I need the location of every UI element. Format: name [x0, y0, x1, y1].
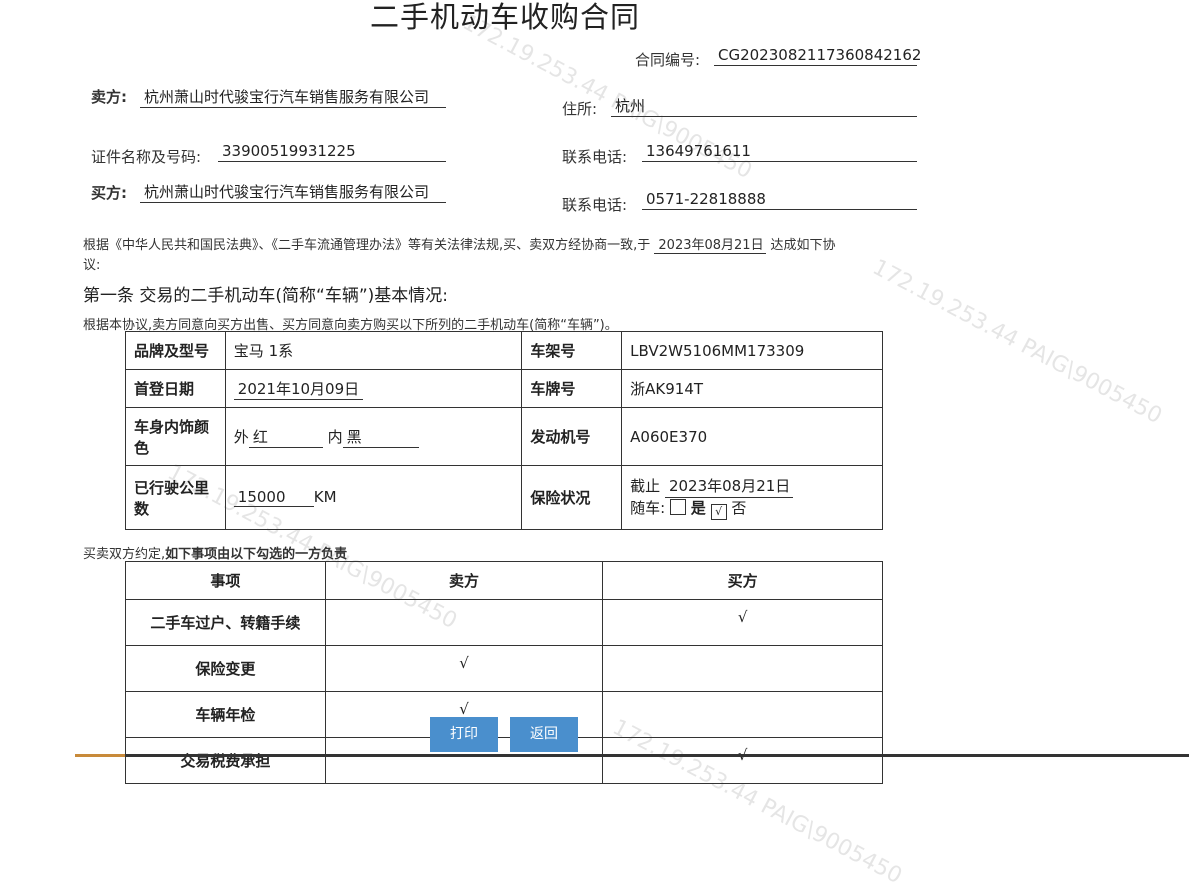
mileage-cell: 15000 KM [224, 465, 523, 530]
vin-value: LBV2W5106MM173309 [621, 331, 883, 370]
duty-seller-mark [324, 599, 604, 646]
insurance-prefix: 截止 [630, 476, 661, 495]
mileage-value: 15000 [233, 488, 314, 507]
buyer-phone-value: 0571-22818888 [642, 190, 917, 210]
duty-item: 二手车过户、转籍手续 [125, 599, 326, 646]
seller-phone-value: 13649761611 [642, 142, 917, 162]
seller-phone-label: 联系电话: [562, 148, 628, 166]
contract-no-label: 合同编号: [635, 51, 701, 69]
engine-value: A060E370 [621, 407, 883, 466]
duty-item: 交易税费承担 [125, 737, 326, 784]
mileage-unit: KM [313, 488, 337, 506]
intro-paragraph: 根据《中华人民共和国民法典》、《二手车流通管理办法》等有关法律法规,买、卖双方经… [83, 234, 836, 254]
interior-prefix: 内 [327, 427, 343, 446]
with-car-label: 随车: [630, 498, 666, 517]
seller-address-label: 住所: [562, 100, 598, 118]
duty-buyer-mark [602, 691, 883, 738]
article1-heading: 第一条 交易的二手机动车(简称“车辆”)基本情况: [83, 286, 449, 306]
duty-buyer-mark [602, 645, 883, 692]
back-button[interactable]: 返回 [510, 717, 578, 752]
intro-line2: 议: [83, 258, 101, 273]
with-car-no-checkbox[interactable]: √ [710, 503, 727, 520]
vehicle-info-table: 品牌及型号 宝马 1系 车架号 LBV2W5106MM173309 首登日期 2… [125, 331, 883, 530]
mileage-label: 已行驶公里数 [125, 465, 226, 530]
contract-no-value: CG2023082117360842162 [714, 46, 921, 66]
brand-value: 宝马 1系 [224, 331, 523, 370]
first-reg-label: 首登日期 [125, 369, 226, 408]
table-row: 已行驶公里数 15000 KM 保险状况 截止 2023年08月21日 随车: 是… [125, 465, 883, 530]
vin-label: 车架号 [521, 331, 623, 370]
table-row: 车身内饰颜色 外红 内黑 发动机号 A060E370 [125, 407, 883, 466]
table-row: 车辆年检 √ [125, 691, 883, 738]
table-row: 首登日期 2021年10月09日 车牌号 浙AK914T [125, 369, 883, 408]
agreement-date: 2023年08月21日 [654, 234, 767, 254]
insurance-until: 2023年08月21日 [664, 476, 793, 498]
header-buyer: 买方 [602, 561, 883, 600]
plate-value: 浙AK914T [621, 369, 883, 408]
table-row: 保险变更 √ [125, 645, 883, 692]
seller-address-value: 杭州 [611, 97, 917, 117]
intro-text-after: 达成如下协 [770, 238, 836, 253]
intro-text-before: 根据《中华人民共和国民法典》、《二手车流通管理办法》等有关法律法规,买、卖双方经… [83, 238, 651, 253]
duty-item: 车辆年检 [125, 691, 326, 738]
first-reg-cell: 2021年10月09日 [224, 369, 523, 408]
insurance-cell: 截止 2023年08月21日 随车: 是 √ 否 [621, 465, 883, 530]
plate-label: 车牌号 [521, 369, 623, 408]
table-row: 品牌及型号 宝马 1系 车架号 LBV2W5106MM173309 [125, 331, 883, 370]
with-car-no-label: 否 [731, 498, 747, 517]
color-label: 车身内饰颜色 [125, 407, 226, 466]
brand-label: 品牌及型号 [125, 331, 226, 370]
seller-label: 卖方: [91, 88, 127, 106]
print-button[interactable]: 打印 [430, 717, 498, 752]
table-row: 二手车过户、转籍手续 √ [125, 599, 883, 646]
insurance-until-line: 截止 2023年08月21日 [630, 476, 874, 498]
page-title: 二手机动车收购合同 [370, 0, 641, 34]
table-header-row: 事项 卖方 买方 [125, 561, 883, 600]
seller-id-label: 证件名称及号码: [91, 148, 202, 166]
duty-seller-mark: √ [324, 645, 604, 692]
watermark: 172.19.253.44 PAIG\9005450 [868, 255, 1166, 430]
duties-intro-normal: 买卖双方约定, [83, 547, 166, 562]
duties-intro: 买卖双方约定,如下事项由以下勾选的一方负责 [83, 543, 347, 562]
header-seller: 卖方 [324, 561, 604, 600]
duty-buyer-mark: √ [602, 737, 883, 784]
first-reg-value: 2021年10月09日 [233, 378, 363, 400]
duties-intro-bold: 如下事项由以下勾选的一方负责 [165, 547, 348, 562]
seller-id-value: 33900519931225 [218, 142, 446, 162]
buyer-label: 买方: [91, 184, 127, 202]
table-row: 交易税费承担 √ [125, 737, 883, 784]
duty-buyer-mark: √ [602, 599, 883, 646]
duties-table: 事项 卖方 买方 二手车过户、转籍手续√保险变更√车辆年检√交易税费承担√ [125, 561, 883, 784]
header-item: 事项 [125, 561, 326, 600]
seller-name: 杭州萧山时代骏宝行汽车销售服务有限公司 [140, 87, 446, 108]
duty-item: 保险变更 [125, 645, 326, 692]
engine-label: 发动机号 [521, 407, 623, 466]
with-car-yes-label: 是 [690, 498, 706, 517]
interior-color: 黑 [342, 426, 419, 448]
insurance-label: 保险状况 [521, 465, 623, 530]
buyer-name: 杭州萧山时代骏宝行汽车销售服务有限公司 [140, 182, 446, 203]
insurance-with-car-line: 随车: 是 √ 否 [630, 498, 874, 520]
exterior-prefix: 外 [233, 427, 249, 446]
buyer-phone-label: 联系电话: [562, 196, 628, 214]
with-car-yes-checkbox[interactable] [670, 498, 686, 515]
exterior-color: 红 [248, 426, 323, 448]
color-cell: 外红 内黑 [224, 407, 523, 466]
